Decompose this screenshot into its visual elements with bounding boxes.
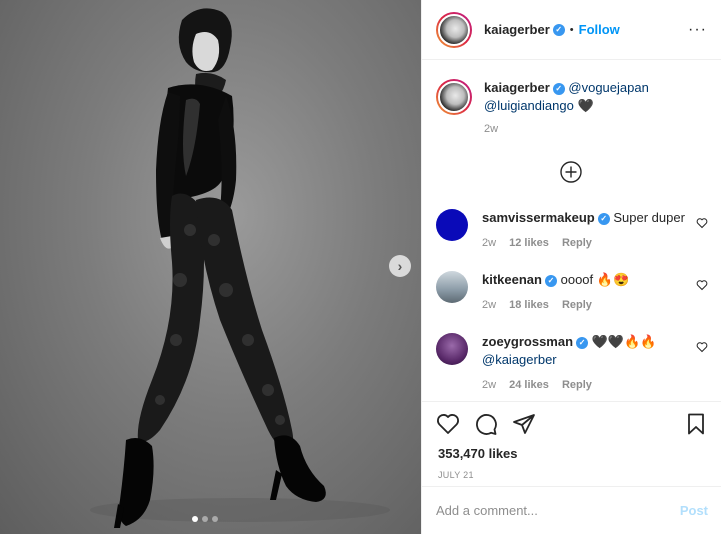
comment-likes[interactable]: 18 likes bbox=[509, 299, 549, 311]
author-avatar[interactable] bbox=[436, 11, 472, 48]
caption-emoji: 🖤 bbox=[577, 98, 594, 113]
commenter-username[interactable]: kitkeenan bbox=[482, 272, 542, 287]
carousel-dot bbox=[202, 516, 208, 522]
bookmark-icon[interactable] bbox=[684, 412, 708, 436]
comment-likes[interactable]: 24 likes bbox=[509, 379, 549, 391]
follow-button[interactable]: Follow bbox=[579, 22, 620, 37]
reply-button[interactable]: Reply bbox=[562, 299, 592, 311]
carousel-next-button[interactable]: › bbox=[389, 255, 411, 277]
verified-badge-icon: ✓ bbox=[552, 23, 565, 36]
post-details-panel: kaiagerber ✓ • Follow ··· kaiagerber ✓ @v… bbox=[421, 0, 721, 534]
commenter-username[interactable]: samvissermakeup bbox=[482, 210, 595, 225]
comment-time[interactable]: 2w bbox=[482, 379, 496, 391]
post-photo[interactable]: › bbox=[0, 0, 421, 534]
caption-username[interactable]: kaiagerber bbox=[484, 80, 550, 95]
comment-item: samvissermakeup ✓ Super duper 2w 12 likes… bbox=[436, 209, 708, 249]
reply-button[interactable]: Reply bbox=[562, 237, 592, 249]
heart-icon[interactable] bbox=[696, 279, 708, 291]
mention-link[interactable]: @voguejapan bbox=[568, 80, 648, 95]
comment-icon[interactable] bbox=[474, 412, 498, 436]
carousel-dot bbox=[192, 516, 198, 522]
reply-button[interactable]: Reply bbox=[562, 379, 592, 391]
heart-icon[interactable] bbox=[436, 412, 460, 436]
post-header: kaiagerber ✓ • Follow ··· bbox=[422, 0, 721, 60]
verified-badge-icon: ✓ bbox=[576, 336, 589, 349]
caption-avatar[interactable] bbox=[436, 79, 472, 115]
heart-icon[interactable] bbox=[696, 217, 708, 229]
comment-meta: 2w 24 likes Reply bbox=[482, 379, 708, 391]
verified-badge-icon: ✓ bbox=[552, 82, 565, 95]
caption-text: kaiagerber ✓ @voguejapan @luigiandiango 🖤 bbox=[484, 79, 708, 115]
carousel-dots bbox=[192, 516, 218, 522]
verified-badge-icon: ✓ bbox=[544, 274, 557, 287]
caption-meta: 2w bbox=[484, 123, 708, 135]
comment-text: zoeygrossman ✓ 🖤🖤🔥🔥 @kaiagerber bbox=[482, 333, 708, 369]
share-icon[interactable] bbox=[512, 412, 536, 436]
verified-badge-icon: ✓ bbox=[597, 212, 610, 225]
chevron-right-icon: › bbox=[397, 258, 403, 274]
comment-input[interactable] bbox=[436, 503, 680, 518]
comment-meta: 2w 12 likes Reply bbox=[482, 237, 708, 249]
comment-text: samvissermakeup ✓ Super duper bbox=[482, 209, 708, 227]
comment-body: 🖤🖤🔥🔥 bbox=[591, 334, 657, 349]
post-actions: 353,470 likes JULY 21 bbox=[422, 401, 721, 480]
post-button[interactable]: Post bbox=[680, 503, 708, 518]
comment-body: Super duper bbox=[613, 210, 685, 225]
commenter-avatar[interactable] bbox=[436, 333, 468, 365]
comments-list[interactable]: kaiagerber ✓ @voguejapan @luigiandiango 🖤… bbox=[422, 61, 721, 401]
commenter-avatar[interactable] bbox=[436, 209, 468, 241]
ellipsis-icon[interactable]: ··· bbox=[688, 21, 707, 39]
heart-icon[interactable] bbox=[696, 341, 708, 353]
comment-text: kitkeenan ✓ oooof 🔥😍 bbox=[482, 271, 708, 289]
mention-link[interactable]: @kaiagerber bbox=[482, 352, 557, 367]
post-date[interactable]: JULY 21 bbox=[422, 470, 721, 480]
comment-time[interactable]: 2w bbox=[482, 299, 496, 311]
comment-likes[interactable]: 12 likes bbox=[509, 237, 549, 249]
mention-link[interactable]: @luigiandiango bbox=[484, 98, 574, 113]
header-separator: • bbox=[569, 23, 574, 36]
comment-time[interactable]: 2w bbox=[482, 237, 496, 249]
comment-meta: 2w 18 likes Reply bbox=[482, 299, 708, 311]
carousel-dot bbox=[212, 516, 218, 522]
model-figure-illustration bbox=[90, 8, 390, 528]
commenter-username[interactable]: zoeygrossman bbox=[482, 334, 573, 349]
action-bar bbox=[422, 402, 721, 446]
comment-item: kitkeenan ✓ oooof 🔥😍 2w 18 likes Reply bbox=[436, 271, 708, 311]
comment-body: oooof 🔥😍 bbox=[560, 272, 630, 287]
plus-circle-icon[interactable] bbox=[559, 160, 583, 184]
commenter-avatar[interactable] bbox=[436, 271, 468, 303]
caption-time[interactable]: 2w bbox=[484, 123, 498, 135]
comment-item: zoeygrossman ✓ 🖤🖤🔥🔥 @kaiagerber 2w 24 lik… bbox=[436, 333, 708, 391]
author-username[interactable]: kaiagerber bbox=[484, 22, 550, 37]
add-comment-bar: Post bbox=[422, 486, 721, 534]
likes-count[interactable]: 353,470 likes bbox=[422, 446, 721, 464]
caption: kaiagerber ✓ @voguejapan @luigiandiango 🖤… bbox=[436, 79, 708, 135]
